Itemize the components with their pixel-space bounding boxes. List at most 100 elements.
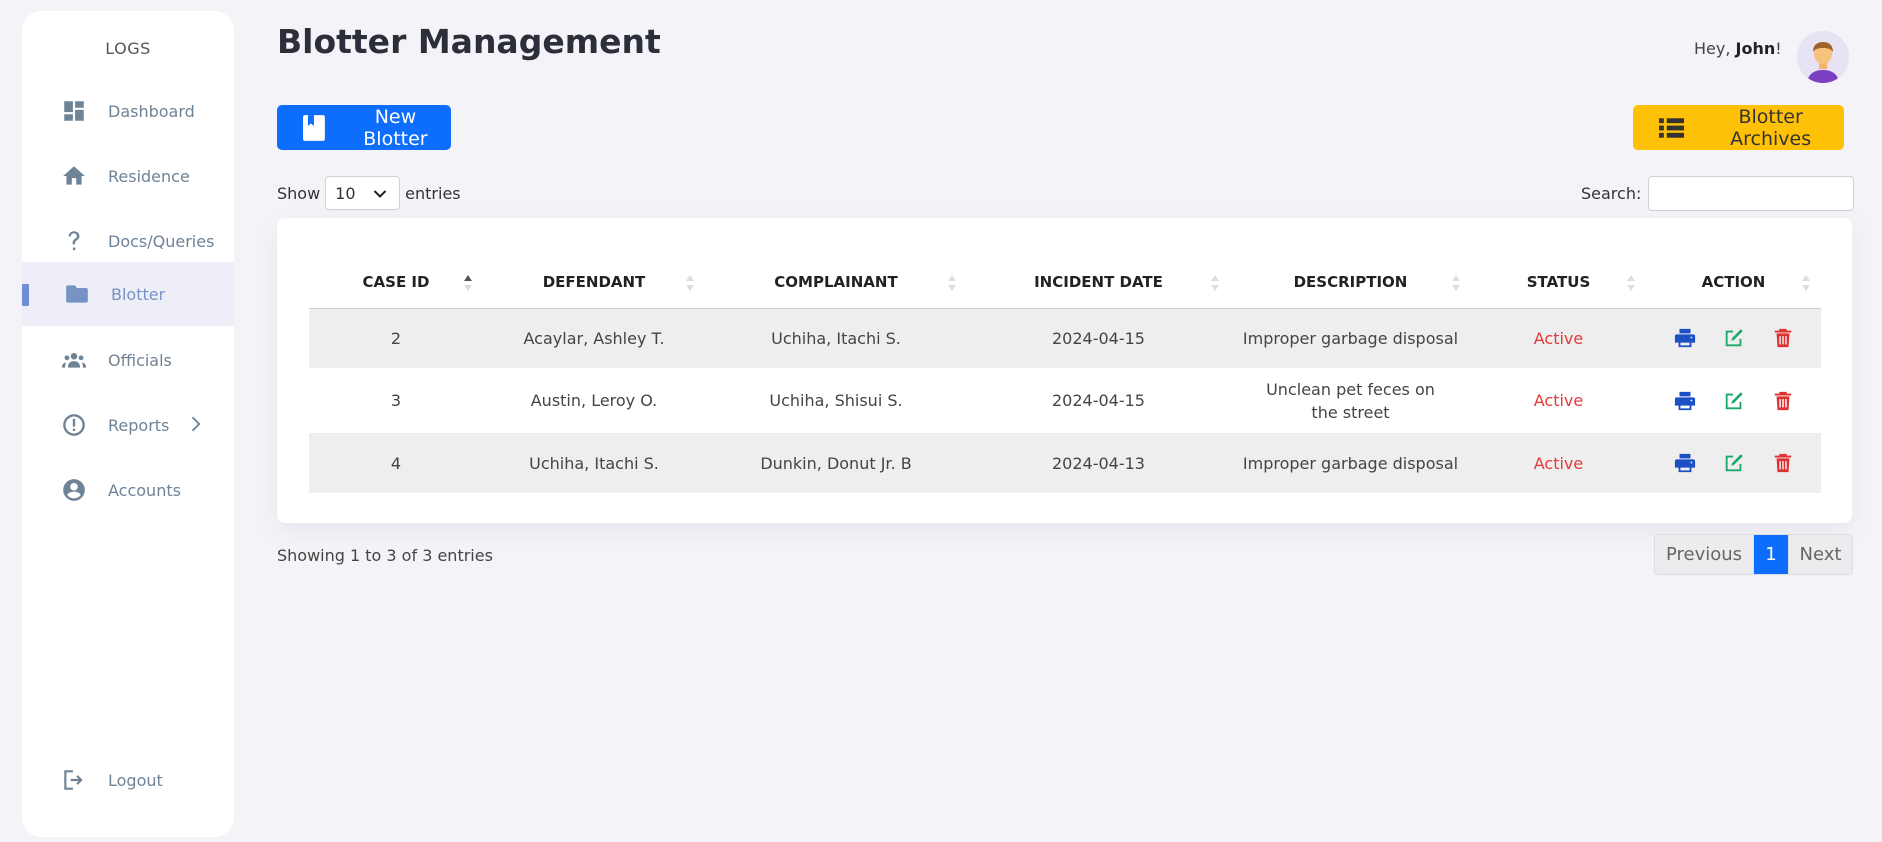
user-name: John: [1735, 39, 1776, 58]
column-header-label: DESCRIPTION: [1293, 272, 1408, 291]
column-header-label: INCIDENT DATE: [1034, 272, 1163, 291]
print-icon[interactable]: [1674, 390, 1696, 412]
column-header-label: COMPLAINANT: [774, 272, 898, 291]
cell-description: Improper garbage disposal: [1230, 308, 1471, 368]
column-header-complainant[interactable]: COMPLAINANT: [705, 256, 967, 309]
print-icon[interactable]: [1674, 327, 1696, 349]
question-icon: [59, 226, 89, 256]
new-blotter-label: New Blotter: [363, 105, 428, 150]
column-header-action[interactable]: ACTION: [1646, 256, 1821, 309]
avatar[interactable]: [1797, 31, 1849, 83]
sidebar-item-accounts[interactable]: Accounts: [22, 458, 234, 522]
cell-complainant: Dunkin, Donut Jr. B: [705, 433, 967, 493]
sidebar-item-label: Officials: [108, 350, 172, 370]
sidebar-item-reports[interactable]: Reports: [22, 393, 234, 457]
blotter-archives-button[interactable]: Blotter Archives: [1633, 105, 1844, 150]
cell-status: Active: [1471, 433, 1646, 493]
cell-complainant: Uchiha, Shisui S.: [705, 368, 967, 433]
sidebar-item-logout[interactable]: Logout: [22, 748, 234, 812]
bookmark-book-icon: [303, 114, 325, 141]
table-row: 3 Austin, Leroy O. Uchiha, Shisui S. 202…: [309, 368, 1821, 433]
blotter-archives-label: Blotter Archives: [1730, 105, 1812, 150]
entries-select-value: 10: [335, 183, 356, 203]
cell-defendant: Uchiha, Itachi S.: [483, 433, 705, 493]
sort-icon: [1211, 275, 1219, 291]
sidebar-item-residence[interactable]: Residence: [22, 144, 234, 208]
pagination-previous[interactable]: Previous: [1655, 535, 1754, 574]
sidebar-item-label: Residence: [108, 166, 190, 186]
search-label: Search:: [1581, 184, 1642, 203]
new-blotter-button[interactable]: New Blotter: [277, 105, 451, 150]
list-icon: [1659, 117, 1685, 138]
column-header-description[interactable]: DESCRIPTION: [1230, 256, 1471, 309]
exclamation-circle-icon: [59, 410, 89, 440]
column-header-label: CASE ID: [362, 272, 430, 291]
sidebar-item-label: Reports: [108, 415, 170, 435]
cell-actions: [1646, 308, 1821, 368]
entries-length-control: Show 10 entries: [277, 176, 461, 210]
cell-case-id: 4: [309, 433, 483, 493]
sidebar-item-label: Blotter: [111, 284, 166, 304]
column-header-defendant[interactable]: DEFENDANT: [483, 256, 705, 309]
sidebar-item-label: Accounts: [108, 480, 181, 500]
greeting-suffix: !: [1775, 39, 1782, 58]
sidebar-item-label: Dashboard: [108, 101, 195, 121]
cell-incident-date: 2024-04-15: [967, 368, 1230, 433]
cell-complainant: Uchiha, Itachi S.: [705, 308, 967, 368]
column-header-label: STATUS: [1526, 272, 1591, 291]
pagination-next[interactable]: Next: [1788, 535, 1852, 574]
sidebar-item-dashboard[interactable]: Dashboard: [22, 79, 234, 143]
logout-icon: [59, 765, 89, 795]
pagination: Previous 1 Next: [1654, 534, 1853, 575]
greeting-prefix: Hey,: [1694, 39, 1736, 58]
table-row: 2 Acaylar, Ashley T. Uchiha, Itachi S. 2…: [309, 308, 1821, 368]
chevron-right-icon[interactable]: [184, 413, 206, 435]
sort-icon: [1627, 275, 1635, 291]
column-header-case-id[interactable]: CASE ID: [309, 256, 483, 309]
sidebar-item-blotter[interactable]: Blotter: [22, 262, 234, 326]
delete-icon[interactable]: [1772, 390, 1794, 412]
avatar-person-icon: [1797, 31, 1849, 83]
search-input[interactable]: [1648, 176, 1855, 211]
cell-actions: [1646, 433, 1821, 493]
user-circle-icon: [59, 475, 89, 505]
sidebar-item-label: Logout: [108, 770, 163, 790]
pagination-page-1[interactable]: 1: [1754, 535, 1788, 574]
cell-incident-date: 2024-04-13: [967, 433, 1230, 493]
sidebar: LOGS Dashboard Residence Docs/Queries Bl…: [22, 11, 234, 837]
table-row: 4 Uchiha, Itachi S. Dunkin, Donut Jr. B …: [309, 433, 1821, 493]
sort-icon: [1802, 275, 1810, 291]
delete-icon[interactable]: [1772, 327, 1794, 349]
cell-defendant: Austin, Leroy O.: [483, 368, 705, 433]
dashboard-icon: [59, 96, 89, 126]
blotter-table-card: CASE ID DEFENDANT COMPLAINANT INCIDENT D…: [277, 218, 1852, 523]
cell-status: Active: [1471, 368, 1646, 433]
entries-label: entries: [405, 183, 461, 203]
cell-case-id: 2: [309, 308, 483, 368]
column-header-status[interactable]: STATUS: [1471, 256, 1646, 309]
home-icon: [59, 161, 89, 191]
entries-select[interactable]: 10: [325, 176, 401, 210]
table-info: Showing 1 to 3 of 3 entries: [277, 546, 493, 565]
user-greeting: Hey, John!: [1694, 39, 1782, 58]
edit-icon[interactable]: [1723, 452, 1745, 474]
cell-status: Active: [1471, 308, 1646, 368]
table-header-row: CASE ID DEFENDANT COMPLAINANT INCIDENT D…: [309, 256, 1821, 309]
sidebar-item-officials[interactable]: Officials: [22, 328, 234, 392]
edit-icon[interactable]: [1723, 327, 1745, 349]
sort-icon: [686, 275, 694, 291]
cell-actions: [1646, 368, 1821, 433]
cell-incident-date: 2024-04-15: [967, 308, 1230, 368]
column-header-incident-date[interactable]: INCIDENT DATE: [967, 256, 1230, 309]
print-icon[interactable]: [1674, 452, 1696, 474]
chevron-down-icon: [373, 190, 387, 198]
sort-icon: [1452, 275, 1460, 291]
cell-description: Unclean pet feces on the street: [1230, 368, 1471, 433]
column-header-label: DEFENDANT: [542, 272, 646, 291]
blotter-table: CASE ID DEFENDANT COMPLAINANT INCIDENT D…: [309, 256, 1821, 493]
sort-icon: [948, 275, 956, 291]
edit-icon[interactable]: [1723, 390, 1745, 412]
sidebar-brand: LOGS: [105, 39, 151, 58]
people-icon: [59, 345, 89, 375]
delete-icon[interactable]: [1772, 452, 1794, 474]
